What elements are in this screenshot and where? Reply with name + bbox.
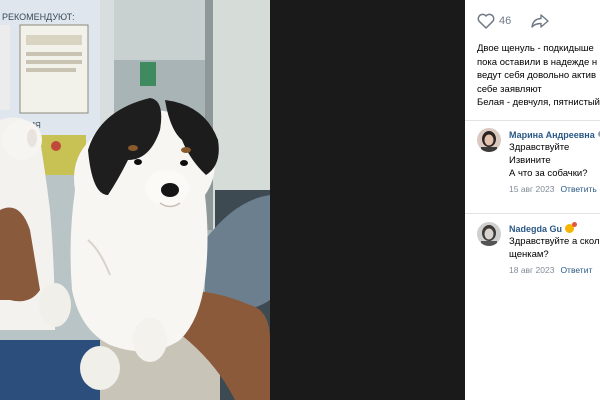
comment-text-line: щенкам? [509,249,549,260]
post-text-line: пока оставили в надежде н [477,56,598,68]
post-photo[interactable]: РЕКОМЕНДУЮТ: АЦИЯ [0,0,270,400]
post-text: Двое щенуль - подкидыше пока оставили в … [477,42,600,110]
post-text-line: Двое щенуль - подкидыше [477,43,594,54]
like-count: 46 [499,15,512,27]
comment-author[interactable]: Nadegda Gu [509,222,600,235]
puppy-photo: РЕКОМЕНДУЮТ: АЦИЯ [0,0,270,400]
emoji-icon [565,222,578,233]
reply-link[interactable]: Ответить [560,184,596,194]
photo-viewer: РЕКОМЕНДУЮТ: АЦИЯ [0,0,465,400]
post-text-line: себе заявляют [477,83,542,95]
comment-date: 15 авг 2023 [509,184,555,194]
avatar[interactable] [477,222,501,246]
post-text-line: ведут себя довольно актив [477,70,596,82]
divider [465,213,600,214]
comment-author[interactable]: Марина Андреевна [509,130,600,141]
post-actions: 46 [477,10,551,32]
comment-text-line: Здравствуйте [509,142,570,153]
poster-text: РЕКОМЕНДУЮТ: [2,12,75,22]
comment-date: 18 авг 2023 [509,265,555,275]
reply-link[interactable]: Ответит [560,265,592,275]
divider [465,120,600,121]
share-arrow-icon[interactable] [529,12,551,30]
comment-meta: 18 авг 2023 Ответит [509,265,600,276]
heart-icon[interactable] [477,12,495,30]
avatar[interactable] [477,128,501,152]
comment-text-line: Здравствуйте а скол [509,236,600,247]
comment-text-line: А что за собачки? [509,168,588,179]
comment-meta: 15 авг 2023 Ответить [509,184,600,195]
comment-text-line: Извините [509,155,551,166]
post-text-line: Белая - девчуля, пятнистый [477,97,600,109]
post-sidebar: 46 Двое щенуль - подкидыше пока оставили… [465,0,600,400]
